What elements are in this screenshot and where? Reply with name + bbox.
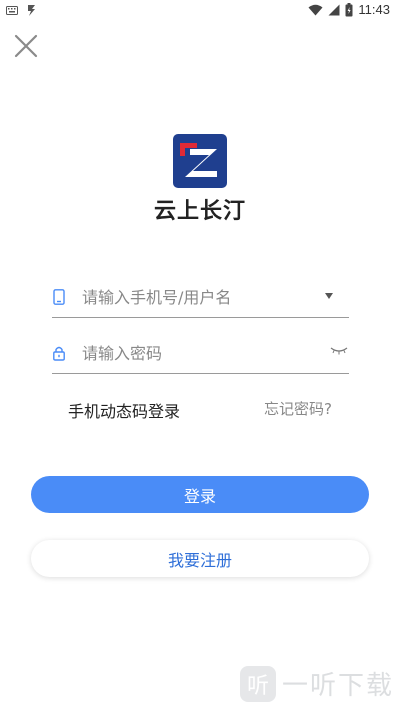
watermark-text: 一听下载: [282, 671, 395, 701]
keyboard-icon: [6, 6, 18, 15]
notification-icon: [28, 5, 35, 16]
watermark: 听 一听下载: [240, 665, 394, 702]
status-bar: 11:43: [0, 0, 400, 22]
password-field: [52, 334, 349, 374]
signal-icon: [328, 4, 340, 15]
forgot-password-link[interactable]: 忘记密码?: [264, 398, 332, 419]
status-time: 11:43: [358, 2, 390, 17]
eye-closed-icon[interactable]: [329, 346, 349, 356]
lock-icon: [53, 346, 65, 361]
status-bar-right: 11:43: [308, 2, 390, 17]
close-icon: [14, 34, 38, 58]
status-bar-left: [6, 4, 37, 17]
register-button[interactable]: 我要注册: [31, 540, 369, 577]
close-button[interactable]: [12, 32, 40, 60]
app-name: 云上长汀: [153, 199, 246, 224]
sms-login-link[interactable]: 手机动态码登录: [68, 398, 180, 422]
battery-icon: [345, 2, 353, 16]
username-field: [52, 278, 349, 318]
watermark-logo: 听: [240, 665, 276, 702]
dropdown-arrow-icon[interactable]: [325, 292, 333, 300]
login-button[interactable]: 登录: [31, 476, 369, 513]
wifi-icon: [308, 4, 323, 15]
phone-icon: [53, 289, 65, 305]
password-input[interactable]: [82, 340, 312, 366]
username-input[interactable]: [82, 284, 312, 310]
app-logo: [173, 134, 227, 188]
